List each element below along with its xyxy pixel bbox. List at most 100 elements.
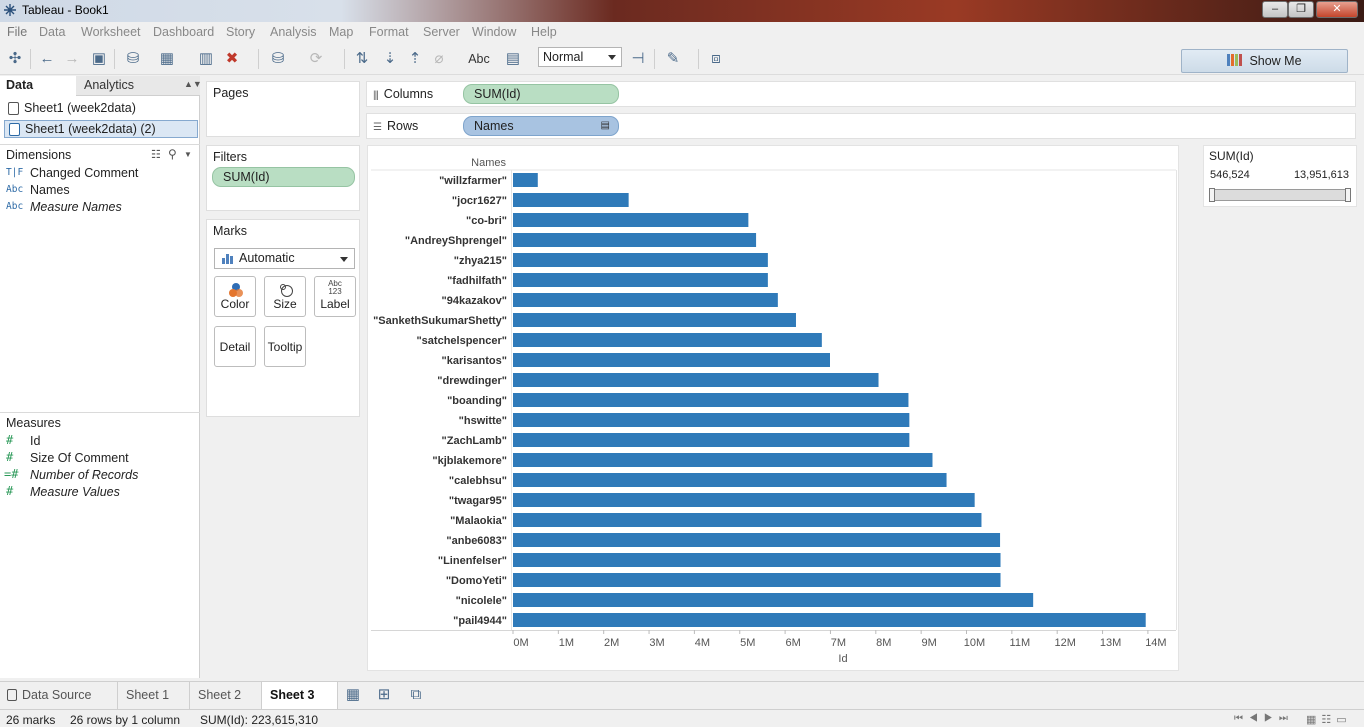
datasource-item-active[interactable]: Sheet1 (week2data) (2) [4,120,198,138]
redo-icon[interactable]: → [62,50,82,68]
duplicate-sheet-icon[interactable]: ▥ [196,50,216,68]
search-icon[interactable]: ⚲ [168,147,177,161]
datasource-item[interactable]: Sheet1 (week2data) [4,100,198,118]
bar[interactable] [513,613,1146,627]
menu-format[interactable]: Format [369,25,409,39]
view-cards-icon[interactable]: ▤ [503,50,523,68]
menu-file[interactable]: File [7,25,27,39]
presentation-mode-icon[interactable]: ⧈ [706,50,726,68]
tableau-home-icon[interactable]: ✣ [5,50,25,68]
swap-rows-columns-icon[interactable]: ⇅ [352,50,372,68]
bar[interactable] [513,233,757,247]
new-worksheet-icon[interactable]: ▦ [157,50,177,68]
range-slider[interactable] [1209,188,1351,202]
pause-updates-icon[interactable]: ⛁ [268,50,288,68]
bar[interactable] [513,353,830,367]
undo-icon[interactable]: ← [37,50,57,68]
fit-dropdown[interactable]: Normal [538,47,622,67]
field-size-of-comment[interactable]: # Size Of Comment [0,450,198,468]
new-datasource-icon[interactable]: ⛁ [123,50,143,68]
menu-help[interactable]: Help [531,25,557,39]
mark-type-dropdown[interactable]: Automatic [214,248,355,269]
bar[interactable] [513,273,768,287]
tab-sheet-3[interactable]: Sheet 3 [262,682,338,709]
field-measure-values[interactable]: # Measure Values [0,484,198,502]
field-names[interactable]: Abc Names [0,183,198,200]
highlight-icon[interactable]: ✎ [663,50,683,68]
bar[interactable] [513,413,910,427]
bar[interactable] [513,493,975,507]
bar[interactable] [513,333,822,347]
size-button[interactable]: Size [264,276,306,317]
tab-sheet-2[interactable]: Sheet 2 [190,682,262,709]
bar[interactable] [513,593,1034,607]
new-story-icon[interactable]: ⧉ [406,686,426,704]
field-number-of-records[interactable]: =# Number of Records [0,467,198,485]
show-mark-labels-button[interactable]: Abc [466,50,492,68]
tab-analytics[interactable]: Analytics [84,78,134,92]
bar[interactable] [513,393,909,407]
show-me-button[interactable]: Show Me [1181,49,1348,73]
tab-sheet-1[interactable]: Sheet 1 [118,682,190,709]
new-worksheet-icon[interactable]: ▦ [343,686,363,704]
sort-ascending-icon[interactable]: ⇣ [380,50,400,68]
color-button[interactable]: Color [214,276,256,317]
columns-pill-sum-id[interactable]: SUM(Id) [463,84,619,104]
filters-card[interactable]: Filters SUM(Id) [206,145,360,211]
bar[interactable] [513,313,796,327]
status-sum: SUM(Id): 223,615,310 [200,713,319,727]
bar[interactable] [513,433,910,447]
rows-pill-names[interactable]: Names ▤ [463,116,619,136]
detail-button[interactable]: Detail [214,326,256,367]
bar[interactable] [513,553,1001,567]
rows-shelf[interactable]: ☰ Rows Names ▤ [366,113,1356,139]
bar[interactable] [513,453,933,467]
bar[interactable] [513,573,1001,587]
label-button[interactable]: Abc 123 Label [314,276,356,317]
menu-data[interactable]: Data [39,25,65,39]
columns-shelf[interactable]: ||| Columns SUM(Id) [366,81,1356,107]
slider-min-handle[interactable] [1209,188,1215,202]
field-measure-names[interactable]: Abc Measure Names [0,200,198,217]
bar[interactable] [513,253,768,267]
bar[interactable] [513,173,538,187]
maximize-button[interactable]: ❐ [1288,1,1314,18]
fix-axes-icon[interactable]: ⊣ [628,50,648,68]
bar[interactable] [513,213,749,227]
new-dashboard-icon[interactable]: ⊞ [374,686,394,704]
pane-menu-icon[interactable]: ▲▼ [184,79,202,89]
filter-pill-sum-id[interactable]: SUM(Id) [212,167,355,187]
bar[interactable] [513,193,629,207]
bar[interactable] [513,373,879,387]
slider-max-handle[interactable] [1345,188,1351,202]
field-changed-comment[interactable]: T|F Changed Comment [0,166,198,183]
pages-card[interactable]: Pages [206,81,360,137]
tooltip-button[interactable]: Tooltip [264,326,306,367]
bar[interactable] [513,533,1001,547]
refresh-icon[interactable]: ⟳ [306,50,326,68]
group-members-icon[interactable]: ⌀ [429,50,449,68]
view-list-icon[interactable]: ☷ [151,148,161,161]
close-button[interactable]: ✕ [1316,1,1358,18]
tab-data-source[interactable]: Data Source [0,682,118,709]
sort-descending-icon[interactable]: ⇡ [405,50,425,68]
menu-story[interactable]: Story [226,25,255,39]
clear-sheet-icon[interactable]: ✖ [222,50,242,68]
bar[interactable] [513,293,778,307]
field-id[interactable]: # Id [0,433,198,451]
chevron-down-icon[interactable]: ▼ [184,150,192,159]
menu-analysis[interactable]: Analysis [270,25,317,39]
menu-worksheet[interactable]: Worksheet [81,25,141,39]
bar[interactable] [513,473,947,487]
menu-dashboard[interactable]: Dashboard [153,25,214,39]
save-icon[interactable]: ▣ [89,50,109,68]
menu-map[interactable]: Map [329,25,353,39]
sheet-navigation-icon[interactable]: ⏮◀▶⏭ [1234,713,1294,724]
menu-window[interactable]: Window [472,25,516,39]
sheet-view-toggle-icon[interactable]: ▦☷▭ [1306,713,1352,726]
bar[interactable] [513,513,982,527]
bar-chart[interactable]: Names "willzfarmer" "jocr1627" "co-bri" "And… [368,146,1193,672]
minimize-button[interactable]: – [1262,1,1288,18]
tab-data[interactable]: Data [0,76,76,96]
menu-server[interactable]: Server [423,25,460,39]
